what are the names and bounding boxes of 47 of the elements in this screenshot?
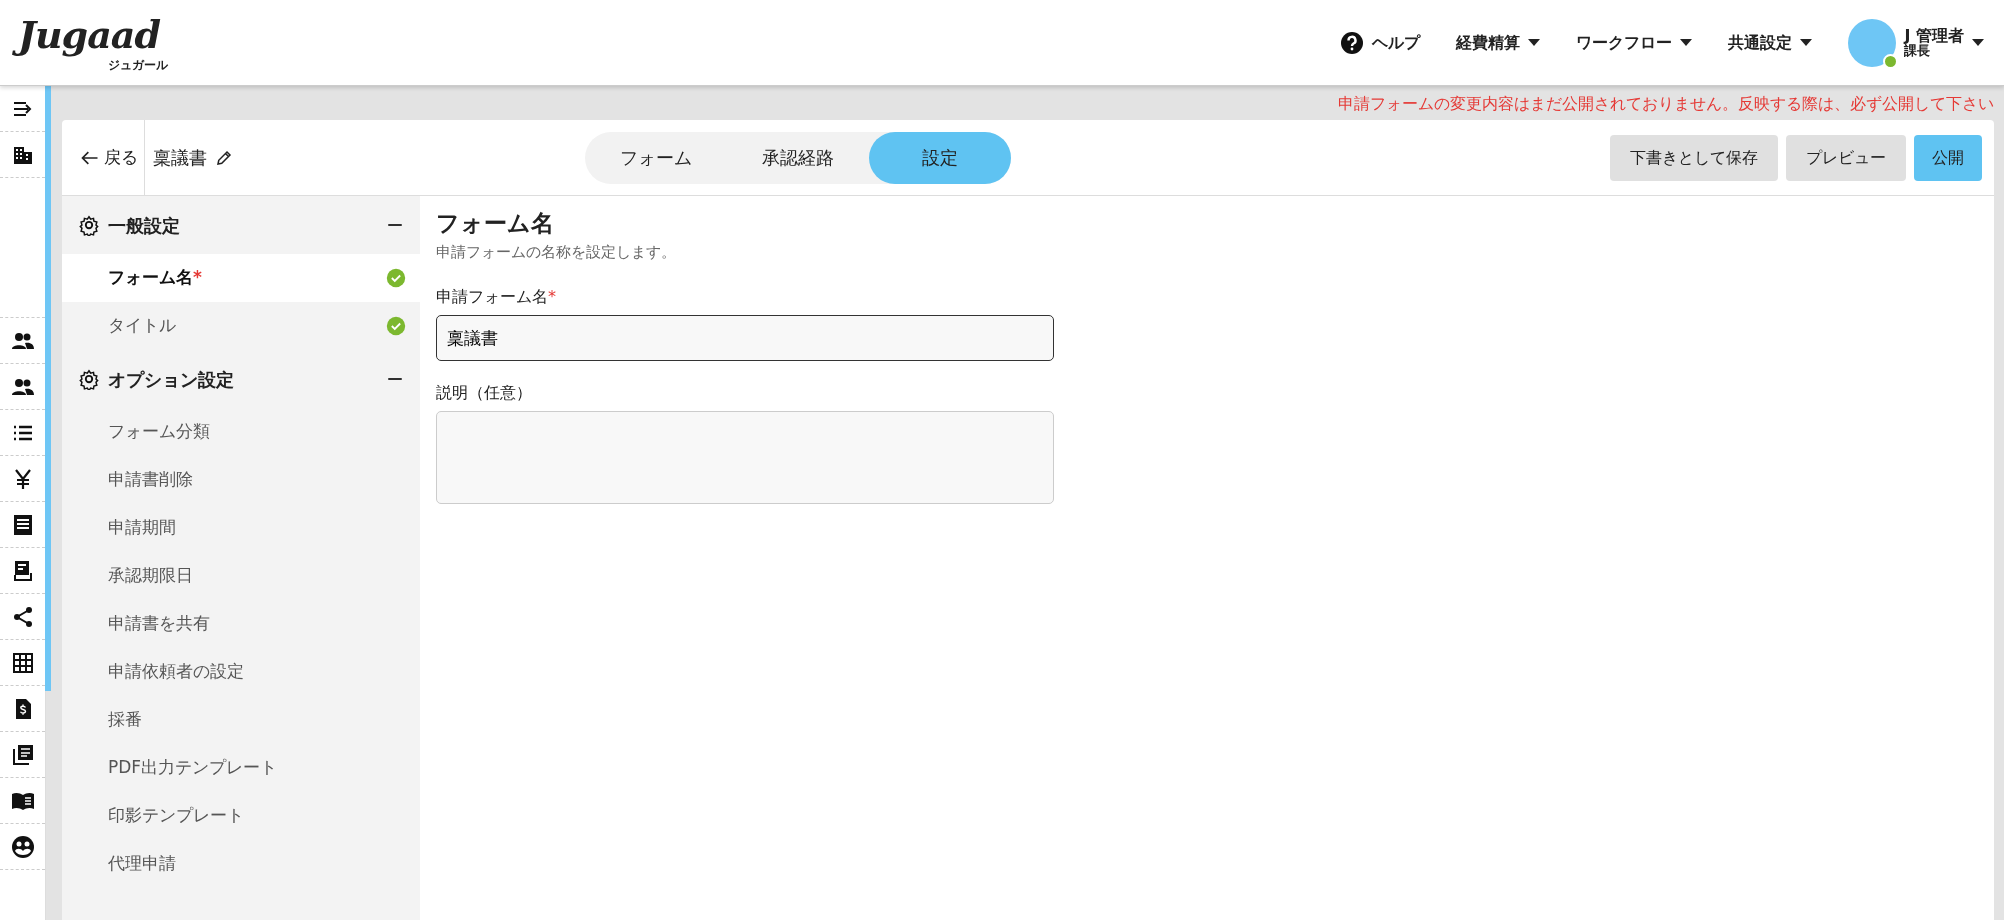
- textarea-field[interactable]: [436, 411, 1054, 504]
- nav-menu[interactable]: 共通設定: [1710, 30, 1831, 55]
- nav-menu[interactable]: ワークフロー: [1558, 30, 1711, 55]
- publish-button[interactable]: 公開: [1914, 134, 1982, 181]
- sidebar-item[interactable]: フォーム名*: [62, 254, 420, 302]
- sidebar-item[interactable]: 承認期限日: [62, 552, 420, 600]
- user-menu[interactable]: J 管理者 課長: [1830, 18, 1984, 67]
- sidebar-item[interactable]: 申請書削除: [62, 456, 420, 504]
- help-link[interactable]: ヘルプ: [1322, 30, 1439, 55]
- caret-icon: [1972, 39, 1984, 46]
- group-icon[interactable]: [10, 834, 35, 859]
- avatar: [1848, 18, 1897, 67]
- sidebar-item[interactable]: 申請依頼者の設定: [62, 648, 420, 696]
- sidebar-item[interactable]: 代理申請: [62, 840, 420, 888]
- section-header[interactable]: 一般設定: [62, 196, 420, 254]
- section-description: 申請フォームの名称を設定します。: [436, 241, 677, 263]
- caret-icon: [1800, 39, 1813, 46]
- section-heading: フォーム名: [436, 209, 555, 238]
- field-label: 申請フォーム名*: [436, 286, 557, 308]
- unpublished-notice: 申請フォームの変更内容はまだ公開されておりません。反映する際は、必ず公開して下さい: [1337, 93, 1994, 115]
- caret-icon: [1528, 39, 1541, 46]
- action-button[interactable]: 下書きとして保存: [1610, 134, 1778, 181]
- sidebar-item[interactable]: 採番: [62, 696, 420, 744]
- sidebar-item[interactable]: 申請書を共有: [62, 600, 420, 648]
- pencil-icon[interactable]: [215, 148, 233, 167]
- grid-icon[interactable]: [10, 650, 35, 675]
- back-button[interactable]: 戻る: [62, 119, 145, 196]
- sidebar-item[interactable]: タイトル: [62, 302, 420, 350]
- tab[interactable]: フォーム: [585, 131, 727, 184]
- tab[interactable]: 設定: [869, 131, 1011, 184]
- input-field[interactable]: 稟議書: [436, 315, 1054, 361]
- gear-icon: [78, 214, 100, 236]
- sidebar-item[interactable]: 印影テンプレート: [62, 792, 420, 840]
- nav-menu[interactable]: 経費精算: [1438, 30, 1559, 55]
- sidebar-item[interactable]: PDF出力テンプレート: [62, 744, 420, 792]
- gear-icon: [78, 368, 100, 390]
- documents-icon[interactable]: [10, 742, 35, 767]
- action-button[interactable]: プレビュー: [1786, 134, 1906, 181]
- form-title: 稟議書: [153, 146, 207, 170]
- field-label: 説明（任意）: [436, 382, 533, 404]
- caret-icon: [1680, 39, 1693, 46]
- logo: Jugaad ジュガール: [10, 8, 172, 77]
- tab[interactable]: 承認経路: [727, 131, 869, 184]
- section-header[interactable]: オプション設定: [62, 350, 420, 408]
- help-icon: [1340, 30, 1365, 55]
- sidebar-item[interactable]: フォーム分類: [62, 408, 420, 456]
- sidebar-item[interactable]: 申請期間: [62, 504, 420, 552]
